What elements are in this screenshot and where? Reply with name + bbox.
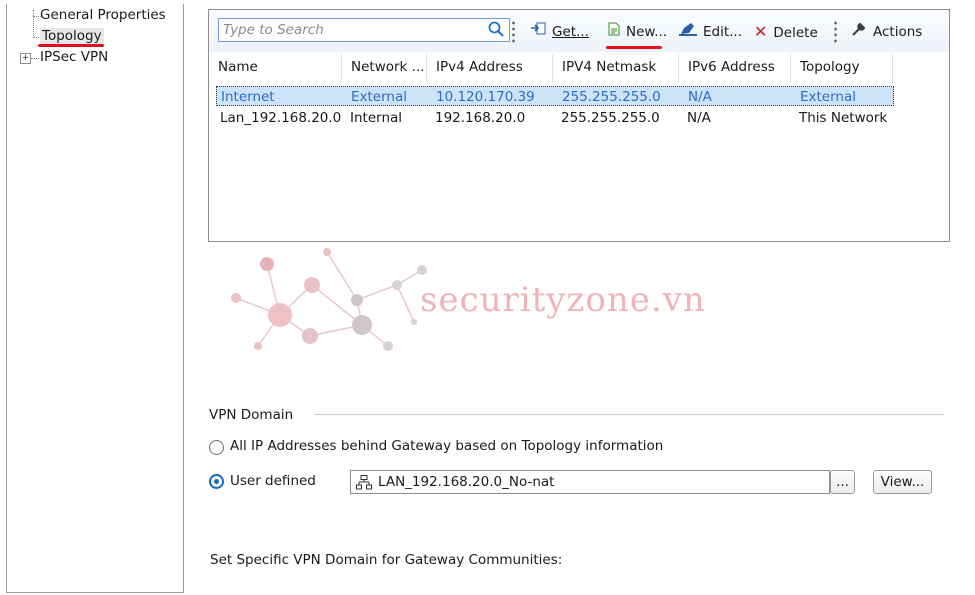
actions-button[interactable]: Actions (851, 22, 922, 40)
annotation-underline (606, 46, 662, 49)
get-icon (530, 22, 546, 40)
table-row[interactable]: Lan_192.168.20.0 Internal 192.168.20.0 2… (216, 108, 894, 128)
view-button[interactable]: View... (873, 470, 932, 494)
delete-button[interactable]: ✕ Delete (754, 22, 818, 41)
delete-x-icon: ✕ (754, 22, 768, 41)
edit-button[interactable]: Edit... (679, 22, 742, 40)
vpn-domain-value: LAN_192.168.20.0_No-nat (378, 474, 555, 490)
expand-icon[interactable]: + (20, 53, 31, 64)
network-group-icon (356, 475, 372, 494)
tree-item-label: General Properties (40, 7, 166, 23)
radio-all-ip-addresses[interactable] (209, 440, 224, 455)
group-divider (314, 414, 944, 415)
new-label: New... (626, 24, 668, 40)
cell-topology: This Network (799, 110, 888, 126)
edit-icon (679, 22, 697, 40)
cell-ipv4-netmask: 255.255.255.0 (562, 89, 661, 105)
toolbar-separator (512, 20, 515, 44)
column-header-ipv4-netmask[interactable]: IPV4 Netmask (553, 54, 679, 82)
new-document-icon (608, 22, 620, 40)
toolbar: Type to Search Get... New... Edit... ✕ De… (209, 10, 949, 52)
tree-item-ipsec-vpn[interactable]: IPSec VPN (40, 49, 108, 65)
tree-connector (33, 10, 34, 38)
tree-item-general-properties[interactable]: General Properties (40, 7, 166, 23)
table-header: Name Network ... IPv4 Address IPV4 Netma… (209, 54, 893, 82)
toolbar-separator (834, 20, 837, 44)
column-header-topology[interactable]: Topology (791, 54, 893, 82)
settings-tree: General Properties Topology + IPSec VPN (6, 4, 184, 593)
cell-name: Lan_192.168.20.0 (220, 110, 342, 126)
edit-label: Edit... (703, 24, 743, 40)
vpn-domain-group-title: VPN Domain (209, 407, 294, 423)
wrench-icon (851, 22, 867, 40)
get-button[interactable]: Get... (530, 22, 589, 40)
table-row[interactable]: Internet External 10.120.170.39 255.255.… (216, 86, 894, 106)
browse-button[interactable]: ... (830, 470, 855, 494)
column-header-name[interactable]: Name (209, 54, 342, 82)
column-header-network[interactable]: Network ... (342, 54, 427, 82)
cell-ipv4-netmask: 255.255.255.0 (561, 110, 660, 126)
search-icon[interactable] (487, 20, 505, 42)
tree-item-label: IPSec VPN (40, 49, 109, 65)
tree-item-topology[interactable]: Topology (40, 28, 104, 44)
cell-topology: External (800, 89, 857, 105)
cell-ipv4-address: 192.168.20.0 (435, 110, 526, 126)
tree-connector (31, 58, 39, 59)
cell-ipv6-address: N/A (688, 89, 712, 105)
column-header-ipv6-address[interactable]: IPv6 Address (679, 54, 791, 82)
search-placeholder: Type to Search (223, 22, 324, 38)
cell-name: Internet (221, 89, 275, 105)
gateway-communities-label: Set Specific VPN Domain for Gateway Comm… (210, 552, 563, 568)
watermark-text: securityzone.vn (420, 280, 706, 320)
radio-all-ip-addresses-label[interactable]: All IP Addresses behind Gateway based on… (230, 438, 663, 454)
cell-ipv6-address: N/A (687, 110, 711, 126)
get-label: Get... (552, 24, 589, 40)
actions-label: Actions (873, 24, 923, 40)
radio-user-defined-label[interactable]: User defined (230, 473, 316, 489)
radio-user-defined[interactable] (209, 474, 224, 489)
cell-network: Internal (350, 110, 403, 126)
topology-grid-panel: Type to Search Get... New... Edit... ✕ De… (208, 9, 950, 242)
column-header-ipv4-address[interactable]: IPv4 Address (427, 54, 553, 82)
vpn-domain-field[interactable]: LAN_192.168.20.0_No-nat (350, 470, 830, 494)
annotation-underline (38, 44, 104, 47)
new-button[interactable]: New... (608, 22, 667, 40)
cell-ipv4-address: 10.120.170.39 (436, 89, 535, 105)
cell-network: External (351, 89, 408, 105)
search-input[interactable]: Type to Search (218, 18, 510, 42)
tree-item-label: Topology (40, 28, 104, 44)
delete-label: Delete (773, 25, 818, 41)
